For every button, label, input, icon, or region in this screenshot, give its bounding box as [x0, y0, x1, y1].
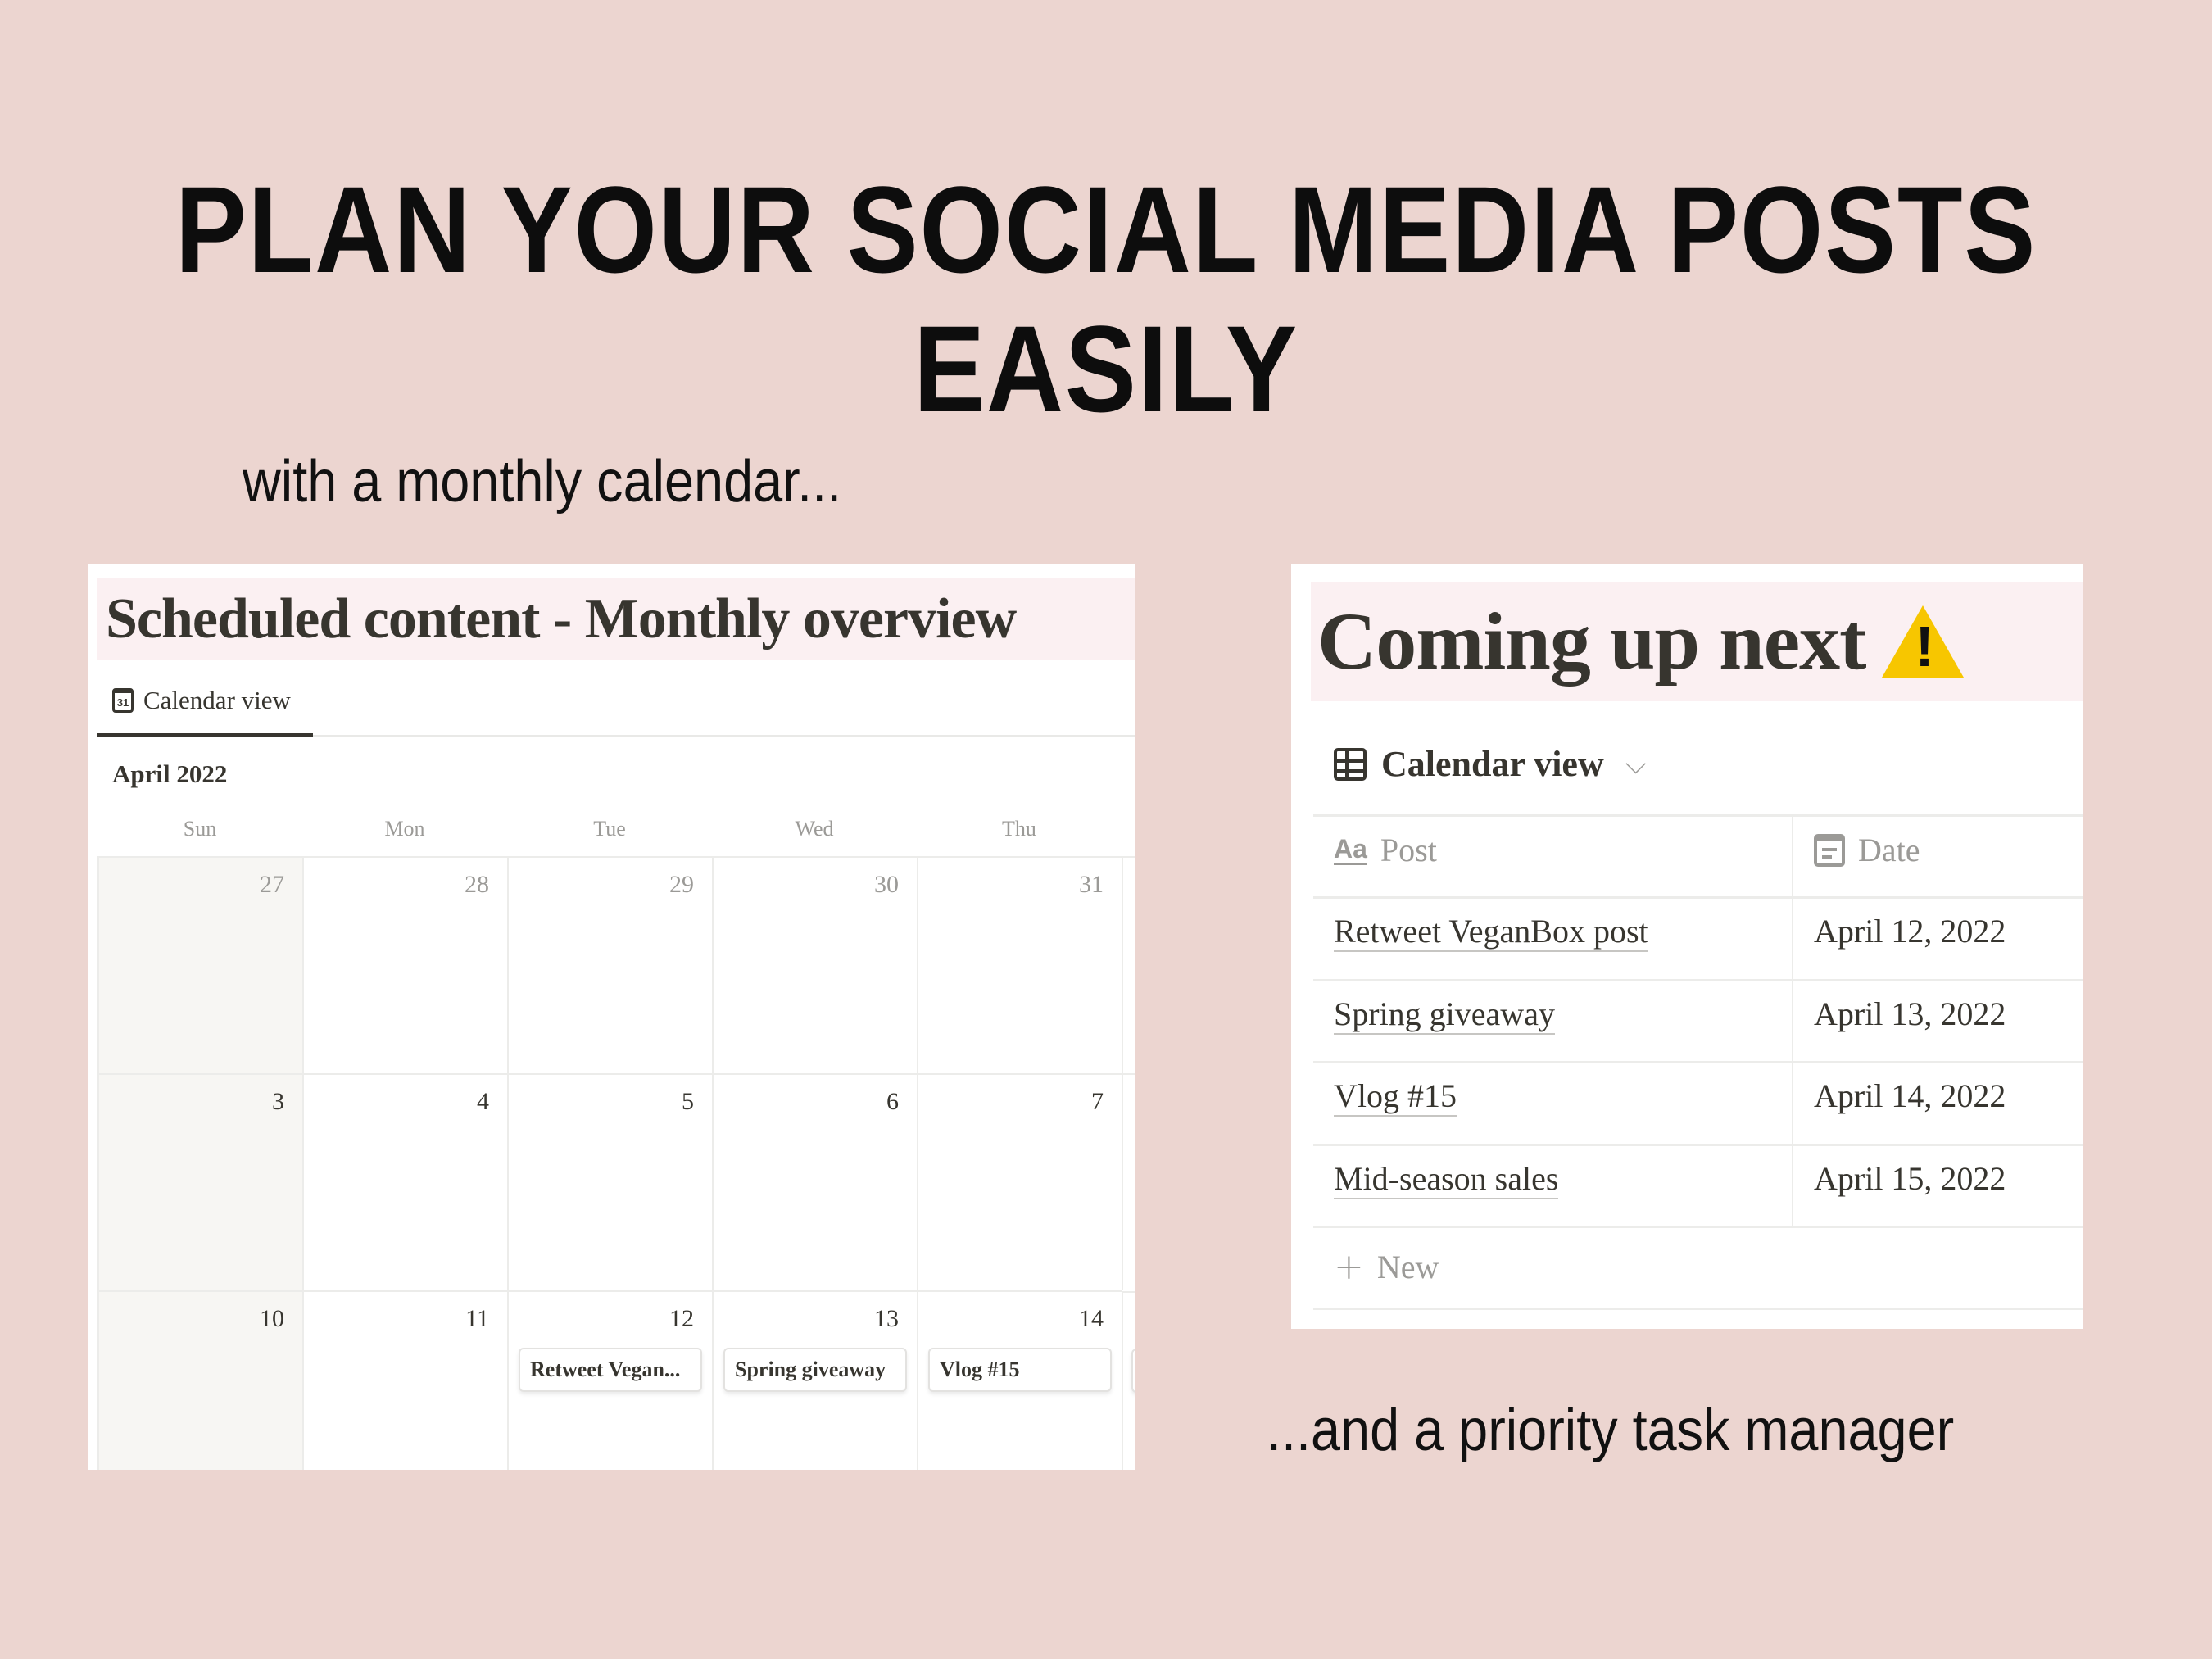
day-number: 27	[260, 871, 284, 898]
day-number: 31	[1079, 871, 1104, 898]
calendar-cell[interactable]: 28	[302, 856, 507, 1073]
divider	[1313, 1144, 2083, 1146]
column-divider	[1792, 815, 1793, 1228]
calendar-cell[interactable]: 10	[97, 1290, 302, 1470]
calendar-cell[interactable]: 29	[507, 856, 712, 1073]
view-label: Calendar view	[1381, 744, 1604, 784]
divider	[1313, 979, 2083, 981]
calendar-cell[interactable]: 6	[712, 1073, 917, 1290]
day-number: 3	[272, 1088, 284, 1115]
calendar-cell[interactable]: 14 Vlog #15	[917, 1290, 1122, 1470]
calendar-card[interactable]: Vlog #15	[928, 1348, 1112, 1392]
task-title-text: Coming up next	[1317, 596, 1866, 687]
calendar-icon	[1814, 833, 1845, 867]
task-date-cell[interactable]: April 14, 2022	[1814, 1077, 2006, 1115]
calendar-cell[interactable]: 12 Retweet Vegan...	[507, 1290, 712, 1470]
day-number: 12	[669, 1305, 694, 1332]
calendar-cell[interactable]: 27	[97, 856, 302, 1073]
new-row-button[interactable]: + New	[1334, 1246, 1439, 1288]
divider	[1313, 814, 2083, 817]
weekday-header: Mon	[384, 817, 425, 841]
task-date-cell[interactable]: April 15, 2022	[1814, 1160, 2006, 1198]
warning-icon: !	[1882, 605, 1965, 678]
task-post-cell[interactable]: Vlog #15	[1334, 1077, 1457, 1117]
month-label: April 2022	[112, 759, 228, 788]
calendar-card[interactable]: Retweet Vegan...	[519, 1348, 702, 1392]
calendar-31-icon: 31	[112, 688, 134, 713]
weekday-header: Wed	[795, 817, 834, 841]
calendar-cell[interactable]: 13 Spring giveaway	[712, 1290, 917, 1470]
calendar-cell[interactable]: 11	[302, 1290, 507, 1470]
day-number: 6	[886, 1088, 899, 1115]
calendar-cell[interactable]: 31	[917, 856, 1122, 1073]
column-header-date[interactable]: Date	[1814, 831, 1920, 869]
task-post-cell[interactable]: Retweet VeganBox post	[1334, 913, 1648, 952]
calendar-cell-partial	[1122, 1291, 1135, 1470]
new-label: New	[1376, 1249, 1439, 1285]
task-title-band: Coming up next !	[1311, 582, 2083, 701]
calendar-cell[interactable]: 30	[712, 856, 917, 1073]
calendar-card-partial[interactable]	[1131, 1349, 1135, 1393]
caption-left: with a monthly calendar...	[243, 449, 842, 514]
view-selector[interactable]: Calendar view ⌵	[1334, 743, 1647, 785]
task-post-cell[interactable]: Mid-season sales	[1334, 1160, 1559, 1199]
chevron-down-icon: ⌵	[1625, 747, 1647, 781]
task-panel: Coming up next ! Calendar view ⌵ Aa Post…	[1291, 564, 2083, 1329]
calendar-cell-partial	[1122, 1073, 1135, 1290]
active-tab-indicator	[97, 733, 313, 737]
tab-calendar-view[interactable]: 31 Calendar view	[112, 686, 291, 715]
column-header-post[interactable]: Aa Post	[1334, 831, 1437, 869]
day-number: 10	[260, 1305, 284, 1332]
task-title: Coming up next !	[1317, 594, 1965, 688]
calendar-cell[interactable]: 5	[507, 1073, 712, 1290]
day-number: 5	[682, 1088, 694, 1115]
plus-icon: +	[1334, 1246, 1364, 1288]
weekday-header: Tue	[593, 817, 626, 841]
weekday-header: Sun	[183, 817, 217, 841]
calendar-cell[interactable]: 3	[97, 1073, 302, 1290]
column-header-label: Post	[1380, 832, 1437, 868]
calendar-cell-partial	[1122, 856, 1135, 1073]
day-number: 14	[1079, 1305, 1104, 1332]
task-post-cell[interactable]: Spring giveaway	[1334, 995, 1555, 1035]
divider	[1313, 1226, 2083, 1228]
task-date-cell[interactable]: April 13, 2022	[1814, 995, 2006, 1033]
day-number: 13	[874, 1305, 899, 1332]
day-number: 30	[874, 871, 899, 898]
calendar-title-band: Scheduled content - Monthly overview	[97, 578, 1135, 660]
tab-label: Calendar view	[143, 686, 291, 714]
calendar-card[interactable]: Spring giveaway	[723, 1348, 907, 1392]
day-number: 29	[669, 871, 694, 898]
headline: PLAN YOUR SOCIAL MEDIA POSTS EASILY	[175, 161, 2037, 437]
calendar-cell[interactable]: 7	[917, 1073, 1122, 1290]
day-number: 11	[465, 1305, 489, 1332]
day-number: 28	[465, 871, 489, 898]
calendar-cell[interactable]: 4	[302, 1073, 507, 1290]
text-property-icon: Aa	[1334, 834, 1367, 865]
caption-right: ...and a priority task manager	[1267, 1398, 1955, 1463]
table-icon	[1334, 747, 1367, 781]
column-header-label: Date	[1858, 832, 1920, 868]
divider	[1313, 1308, 2083, 1310]
calendar-title: Scheduled content - Monthly overview	[106, 587, 1017, 650]
divider	[1313, 1061, 2083, 1063]
day-number: 7	[1091, 1088, 1104, 1115]
task-date-cell[interactable]: April 12, 2022	[1814, 913, 2006, 950]
weekday-header: Thu	[1002, 817, 1036, 841]
divider	[1313, 896, 2083, 899]
day-number: 4	[477, 1088, 489, 1115]
calendar-panel: Scheduled content - Monthly overview 31 …	[88, 564, 1135, 1470]
